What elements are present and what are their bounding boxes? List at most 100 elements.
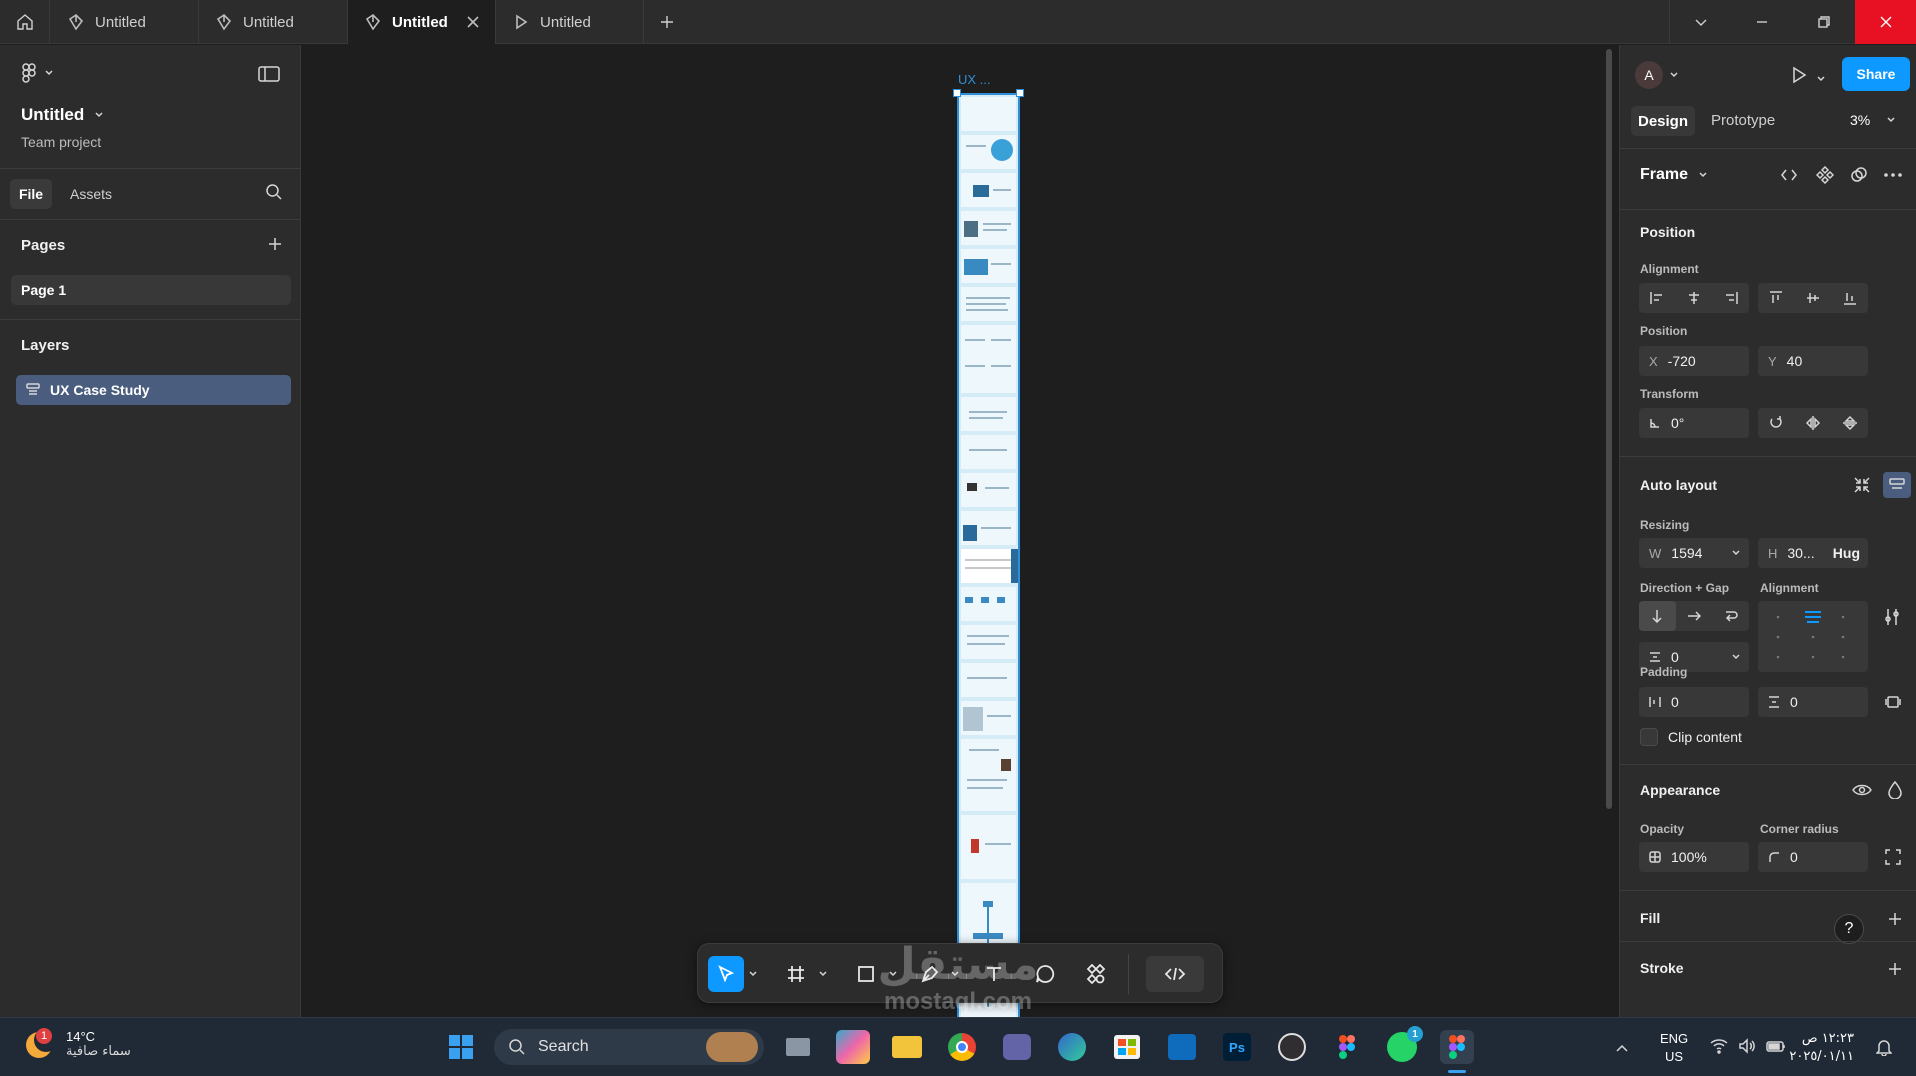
add-stroke-button[interactable] [1887, 961, 1903, 982]
advanced-layout-settings-button[interactable] [1884, 608, 1900, 631]
main-menu-button[interactable] [20, 63, 54, 83]
weather-widget[interactable]: 1 14°C سماء صافية [24, 1028, 131, 1060]
show-hidden-icons-button[interactable] [1615, 1040, 1629, 1058]
toggle-sidebar-button[interactable] [258, 65, 280, 88]
tab-assets[interactable]: Assets [70, 186, 112, 202]
canvas-scrollbar[interactable] [1606, 49, 1612, 809]
padding-horizontal-input[interactable]: 0 [1639, 687, 1749, 717]
search-layers-button[interactable] [265, 183, 283, 206]
close-tab-icon[interactable] [466, 15, 480, 29]
store-app[interactable] [1110, 1030, 1144, 1064]
present-options[interactable] [1816, 71, 1826, 89]
layer-item-ux-case-study[interactable]: UX Case Study [16, 375, 291, 405]
x-position-input[interactable]: X -720 [1639, 346, 1749, 376]
tab-overflow-button[interactable] [1669, 0, 1731, 44]
independent-corners-button[interactable] [1884, 848, 1902, 871]
file-name-menu[interactable]: Untitled [21, 105, 104, 125]
share-button[interactable]: Share [1842, 57, 1910, 91]
figma-active-app[interactable] [1440, 1030, 1474, 1064]
align-bottom-button[interactable] [1831, 283, 1868, 313]
canvas[interactable]: UX ... [302, 45, 1618, 1021]
mask-button[interactable] [1850, 166, 1868, 189]
taskbar-search[interactable]: Search [494, 1029, 764, 1065]
start-button[interactable] [444, 1030, 478, 1064]
ux-case-study-frame[interactable] [957, 93, 1020, 1021]
outlook-app[interactable] [1165, 1030, 1199, 1064]
obs-app[interactable] [1275, 1030, 1309, 1064]
suggest-auto-layout-button[interactable] [1853, 476, 1871, 499]
blend-mode-button[interactable] [1888, 780, 1902, 804]
direction-horizontal-button[interactable] [1676, 601, 1713, 631]
dev-mode-toggle[interactable] [1146, 956, 1204, 992]
photoshop-app[interactable]: Ps [1220, 1030, 1254, 1064]
tab-file[interactable]: File [10, 179, 52, 209]
new-tab-button[interactable] [646, 0, 688, 44]
zoom-menu[interactable]: 3% [1850, 112, 1896, 128]
align-middle-button[interactable] [1795, 283, 1832, 313]
add-fill-button[interactable] [1887, 911, 1903, 932]
tab-untitled-4[interactable]: Untitled [496, 0, 644, 44]
flip-vertical-button[interactable] [1831, 408, 1868, 438]
more-options-button[interactable] [1883, 167, 1903, 188]
whatsapp-app[interactable]: 1 [1385, 1026, 1423, 1064]
tab-untitled-3[interactable]: Untitled [348, 0, 496, 44]
notifications-button[interactable] [1875, 1038, 1893, 1061]
tab-design[interactable]: Design [1631, 106, 1695, 136]
width-input[interactable]: W 1594 [1639, 538, 1749, 568]
direction-wrap-button[interactable] [1712, 601, 1749, 631]
clock[interactable]: ١٢:٢٣ ص ٢٠٢٥/٠١/١١ [1774, 1030, 1854, 1066]
present-button[interactable] [1790, 65, 1808, 90]
figma-app[interactable] [1330, 1030, 1364, 1064]
flip-horizontal-button[interactable] [1795, 408, 1832, 438]
language-indicator[interactable]: ENG US [1660, 1030, 1688, 1066]
rotation-input[interactable]: 0° [1639, 408, 1749, 438]
copilot-app[interactable] [836, 1030, 870, 1064]
tab-untitled-2[interactable]: Untitled [199, 0, 348, 44]
create-component-button[interactable] [1815, 165, 1835, 189]
opacity-input[interactable]: 100% [1639, 842, 1749, 872]
resize-handle[interactable] [953, 89, 961, 97]
individual-padding-button[interactable] [1885, 694, 1901, 715]
align-center-h-button[interactable] [1676, 283, 1713, 313]
dev-code-button[interactable] [1780, 167, 1798, 188]
corner-radius-input[interactable]: 0 [1758, 842, 1868, 872]
height-mode[interactable]: Hug [1833, 545, 1860, 561]
frame-tool-button[interactable] [778, 956, 814, 992]
padding-vertical-input[interactable]: 0 [1758, 687, 1868, 717]
home-button[interactable] [0, 0, 50, 44]
alignment-grid[interactable] [1758, 601, 1868, 672]
align-left-button[interactable] [1639, 283, 1676, 313]
chevron-down-icon[interactable] [1731, 652, 1741, 662]
direction-vertical-button[interactable] [1639, 601, 1676, 631]
chevron-down-icon[interactable] [748, 968, 758, 980]
help-button[interactable]: ? [1834, 914, 1864, 944]
toggle-visibility-button[interactable] [1852, 783, 1872, 802]
rotate-90-button[interactable] [1758, 408, 1795, 438]
chevron-down-icon[interactable] [1731, 548, 1741, 558]
actions-button[interactable] [1078, 956, 1114, 992]
minimize-button[interactable] [1731, 0, 1793, 44]
restore-button[interactable] [1793, 0, 1855, 44]
frame-type-menu[interactable]: Frame [1640, 166, 1708, 184]
clip-content-row[interactable]: Clip content [1640, 728, 1742, 746]
chrome-app[interactable] [945, 1030, 979, 1064]
task-view-button[interactable] [781, 1030, 815, 1064]
teams-app[interactable] [1000, 1030, 1034, 1064]
height-input[interactable]: H 30... Hug [1758, 538, 1868, 568]
frame-label[interactable]: UX ... [958, 72, 991, 87]
add-page-button[interactable] [267, 236, 283, 257]
chevron-down-icon[interactable] [818, 968, 828, 980]
y-position-input[interactable]: Y 40 [1758, 346, 1868, 376]
page-item-page-1[interactable]: Page 1 [11, 275, 291, 305]
edge-app[interactable] [1055, 1030, 1089, 1064]
move-tool-button[interactable] [708, 956, 744, 992]
tab-prototype[interactable]: Prototype [1711, 112, 1775, 129]
close-window-button[interactable] [1855, 0, 1916, 44]
user-menu[interactable]: A [1635, 61, 1679, 89]
clip-content-checkbox[interactable] [1640, 728, 1658, 746]
align-top-button[interactable] [1758, 283, 1795, 313]
align-right-button[interactable] [1712, 283, 1749, 313]
file-explorer-app[interactable] [890, 1030, 924, 1064]
resize-handle[interactable] [1016, 89, 1024, 97]
tab-untitled-1[interactable]: Untitled [51, 0, 199, 44]
